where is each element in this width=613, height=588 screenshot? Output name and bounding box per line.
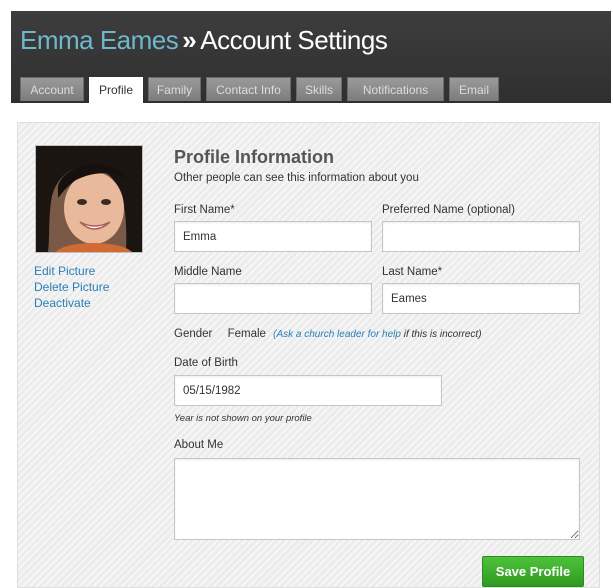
gender-help: (Ask a church leader for help if this is… [273, 329, 481, 340]
deactivate-link[interactable]: Deactivate [34, 296, 91, 310]
avatar [36, 146, 142, 252]
first-name-label: First Name* [174, 204, 235, 216]
middle-name-field[interactable] [174, 283, 372, 314]
tab-contact-info[interactable]: Contact Info [206, 77, 291, 101]
first-name-field[interactable] [174, 221, 372, 252]
tab-family[interactable]: Family [148, 77, 201, 101]
gender-value: Female [227, 328, 266, 340]
user-name: Emma Eames [20, 25, 179, 55]
last-name-field[interactable] [382, 283, 580, 314]
section-title: Account Settings [200, 25, 388, 55]
page-title: Emma Eames» Account Settings [20, 25, 388, 56]
page-header: Emma Eames» Account Settings Account Prof… [11, 11, 611, 103]
profile-panel: Edit Picture Delete Picture Deactivate P… [17, 122, 600, 588]
about-me-label: About Me [174, 439, 224, 451]
gender-label: Gender [174, 328, 213, 340]
edit-picture-link[interactable]: Edit Picture [34, 264, 95, 278]
profile-photo [35, 145, 143, 253]
dob-field[interactable] [174, 375, 442, 406]
dob-note: Year is not shown on your profile [174, 413, 312, 424]
gender-row: Gender Female (Ask a church leader for h… [174, 328, 482, 340]
delete-picture-link[interactable]: Delete Picture [34, 280, 109, 294]
profile-heading: Profile Information [174, 147, 335, 167]
church-leader-help-link[interactable]: (Ask a church leader for help [273, 329, 401, 340]
tab-account[interactable]: Account [20, 77, 84, 101]
about-me-field[interactable] [174, 458, 580, 540]
profile-subheading: Other people can see this information ab… [174, 172, 419, 184]
tab-email[interactable]: Email [449, 77, 499, 101]
last-name-label: Last Name* [382, 266, 443, 278]
dob-label: Date of Birth [174, 357, 238, 369]
preferred-name-label: Preferred Name (optional) [382, 204, 515, 216]
gender-help-suffix: if this is incorrect) [403, 329, 482, 340]
middle-name-label: Middle Name [174, 266, 242, 278]
save-profile-button[interactable]: Save Profile [482, 556, 584, 587]
breadcrumb-separator: » [182, 25, 197, 55]
preferred-name-field[interactable] [382, 221, 580, 252]
tab-skills[interactable]: Skills [296, 77, 342, 101]
tab-notifications[interactable]: Notifications [347, 77, 444, 101]
tab-profile[interactable]: Profile [89, 77, 143, 103]
